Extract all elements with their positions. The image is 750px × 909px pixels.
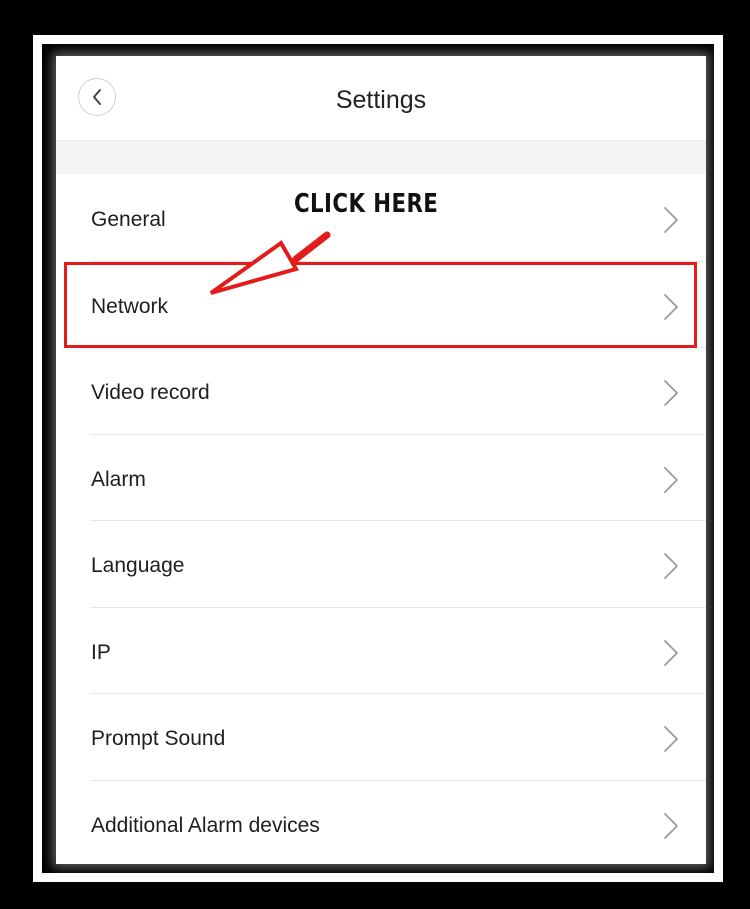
menu-item-ip[interactable]: IP bbox=[56, 608, 706, 694]
menu-item-additional-alarm-devices[interactable]: Additional Alarm devices bbox=[56, 781, 706, 865]
section-spacer bbox=[56, 141, 706, 174]
chevron-right-icon bbox=[664, 812, 678, 839]
chevron-right-icon bbox=[664, 553, 678, 579]
chevron-left-icon bbox=[93, 89, 101, 105]
page-title: Settings bbox=[335, 86, 427, 114]
menu-item-label: Alarm bbox=[91, 467, 146, 491]
header-bar: Settings bbox=[56, 56, 706, 141]
menu-item-prompt-sound[interactable]: Prompt Sound bbox=[56, 694, 706, 781]
menu-item-video-record[interactable]: Video record bbox=[56, 348, 706, 435]
menu-item-label: IP bbox=[91, 640, 111, 664]
chevron-right-icon bbox=[664, 207, 678, 233]
settings-screen: Settings General Network Video record Al… bbox=[56, 56, 706, 864]
menu-item-network[interactable]: Network bbox=[56, 262, 706, 348]
menu-item-label: Language bbox=[91, 554, 185, 577]
chevron-right-icon bbox=[664, 466, 678, 493]
chevron-right-icon bbox=[664, 293, 678, 320]
menu-item-label: General bbox=[91, 208, 166, 231]
menu-item-label: Network bbox=[91, 294, 169, 318]
back-button[interactable] bbox=[78, 78, 116, 116]
menu-item-alarm[interactable]: Alarm bbox=[56, 435, 706, 521]
chevron-right-icon bbox=[664, 726, 678, 752]
annotation-text: CLICK HERE bbox=[294, 189, 439, 219]
chevron-right-icon bbox=[664, 639, 678, 666]
menu-item-label: Video record bbox=[91, 381, 210, 404]
chevron-right-icon bbox=[664, 380, 678, 406]
menu-item-language[interactable]: Language bbox=[56, 521, 706, 608]
menu-item-label: Prompt Sound bbox=[91, 727, 226, 750]
settings-menu-list: General Network Video record Alarm Langu… bbox=[56, 175, 706, 864]
menu-item-label: Additional Alarm devices bbox=[91, 813, 320, 837]
